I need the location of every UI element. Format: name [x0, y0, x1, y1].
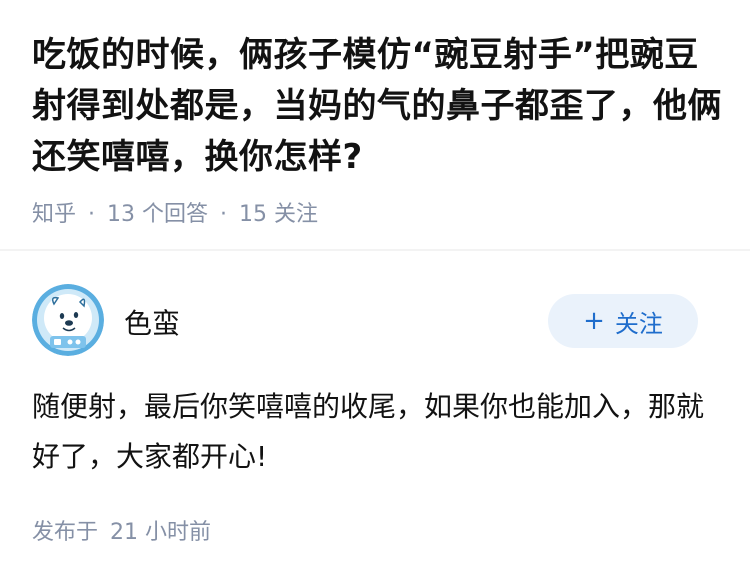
astronaut-dog-avatar-icon — [32, 284, 104, 356]
answer-author: 色蛮 + 关注 — [32, 284, 718, 358]
answer-count: 13 — [107, 202, 136, 227]
answer-content[interactable]: 随便射，最后你笑嘻嘻的收尾，如果你也能加入，那就好了，大家都开心! — [32, 382, 722, 482]
meta-separator: · — [220, 202, 228, 227]
follow-button[interactable]: + 关注 — [548, 294, 698, 348]
question-source[interactable]: 知乎 — [32, 202, 76, 227]
question-meta: 知乎 · 13 个回答 · 15 关注 — [32, 196, 318, 228]
plus-icon: + — [583, 306, 605, 336]
answer-count-label: 个回答 — [142, 202, 209, 227]
follower-count-label: 关注 — [274, 202, 319, 227]
published-time: 21 小时前 — [110, 520, 212, 545]
follow-button-label: 关注 — [614, 309, 663, 338]
question-title[interactable]: 吃饭的时候，俩孩子模仿“豌豆射手”把豌豆射得到处都是，当妈的气的鼻子都歪了，他俩… — [32, 30, 722, 183]
zhihu-answer-page: 吃饭的时候，俩孩子模仿“豌豆射手”把豌豆射得到处都是，当妈的气的鼻子都歪了，他俩… — [0, 0, 750, 582]
avatar[interactable] — [32, 284, 104, 356]
answer-meta: 发布于 21 小时前 — [32, 514, 211, 546]
question-header: 吃饭的时候，俩孩子模仿“豌豆射手”把豌豆射得到处都是，当妈的气的鼻子都歪了，他俩… — [32, 30, 722, 227]
follower-count: 15 — [239, 202, 268, 227]
meta-separator: · — [88, 202, 96, 227]
published-label: 发布于 — [32, 520, 99, 545]
author-name[interactable]: 色蛮 — [124, 302, 180, 342]
section-divider — [0, 249, 750, 251]
